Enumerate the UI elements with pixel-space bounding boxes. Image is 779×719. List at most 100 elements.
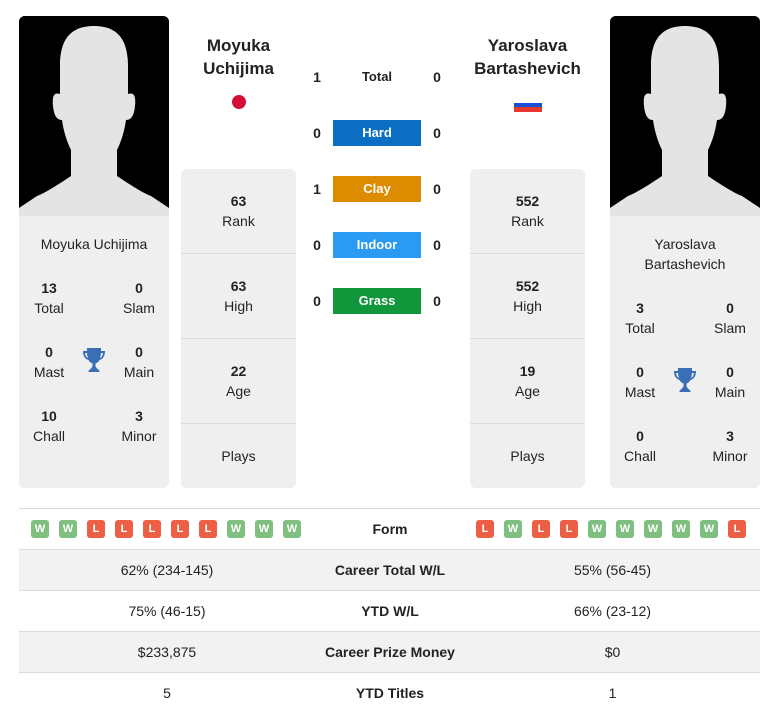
player1-titles-main: 0 Main bbox=[109, 342, 169, 382]
titles-slam-label: Slam bbox=[123, 300, 155, 316]
form-badge-win[interactable]: W bbox=[672, 520, 690, 538]
form-badge-loss[interactable]: L bbox=[87, 520, 105, 538]
player2-titles-mast: 0 Mast bbox=[610, 362, 670, 402]
form-badge-loss[interactable]: L bbox=[476, 520, 494, 538]
high-value: 552 bbox=[515, 278, 540, 294]
player1-value: $233,875 bbox=[137, 644, 197, 660]
player1-value: 75% (46-15) bbox=[128, 603, 206, 619]
plays-label: Plays bbox=[221, 448, 256, 464]
surface-total: Total bbox=[361, 69, 393, 84]
table-row: 62% (234-145) Career Total W/L 55% (56-4… bbox=[19, 550, 760, 591]
high-value: 63 bbox=[230, 278, 247, 294]
titles-mast-value: 0 bbox=[636, 364, 644, 380]
player2-titles-slam: 0 Slam bbox=[700, 298, 760, 338]
titles-chall-label: Chall bbox=[624, 448, 656, 464]
form-badge-loss[interactable]: L bbox=[728, 520, 746, 538]
player2-value: 1 bbox=[608, 685, 617, 701]
age-value: 19 bbox=[519, 363, 536, 379]
player2-plays: Plays bbox=[470, 424, 585, 488]
titles-chall-value: 10 bbox=[41, 408, 57, 424]
player2-card: Yaroslava Bartashevich 3 Total 0 Slam 0 … bbox=[610, 16, 760, 488]
age-label: Age bbox=[226, 383, 251, 399]
table-row: 5 YTD Titles 1 bbox=[19, 673, 760, 714]
form-badge-loss[interactable]: L bbox=[199, 520, 217, 538]
player-silhouette-icon bbox=[19, 16, 169, 216]
form-badge-loss[interactable]: L bbox=[143, 520, 161, 538]
titles-total-value: 3 bbox=[636, 300, 644, 316]
form-badge-win[interactable]: W bbox=[227, 520, 245, 538]
titles-mast-label: Mast bbox=[33, 364, 65, 380]
player2-titles-total: 3 Total bbox=[610, 298, 670, 338]
player2-card-name: Yaroslava Bartashevich bbox=[610, 234, 760, 274]
player2-first-name: Yaroslava bbox=[487, 36, 568, 55]
titles-main-label: Main bbox=[714, 384, 746, 400]
form-badge-loss[interactable]: L bbox=[115, 520, 133, 538]
player1-titles-minor: 3 Minor bbox=[109, 406, 169, 446]
player1-high: 63 High bbox=[181, 254, 296, 339]
player1-value: 62% (234-145) bbox=[120, 562, 214, 578]
player1-titles-mast: 0 Mast bbox=[19, 342, 79, 382]
form-badge-win[interactable]: W bbox=[616, 520, 634, 538]
form-badge-loss[interactable]: L bbox=[560, 520, 578, 538]
surface-indoor[interactable]: Indoor bbox=[333, 232, 421, 258]
player1-card-name: Moyuka Uchijima bbox=[40, 236, 148, 252]
form-badge-win[interactable]: W bbox=[700, 520, 718, 538]
player1-last-name: Uchijima bbox=[203, 59, 274, 78]
form-badge-win[interactable]: W bbox=[644, 520, 662, 538]
high-label: High bbox=[513, 298, 542, 314]
player1-titles-slam: 0 Slam bbox=[109, 278, 169, 318]
form-badge-win[interactable]: W bbox=[255, 520, 273, 538]
form-badge-win[interactable]: W bbox=[504, 520, 522, 538]
table-row: 75% (46-15) YTD W/L 66% (23-12) bbox=[19, 591, 760, 632]
player2-value: $0 bbox=[604, 644, 621, 660]
player1-heading-name[interactable]: Moyuka Uchijima bbox=[181, 34, 296, 80]
player2-value: 55% (56-45) bbox=[573, 562, 652, 578]
player2-heading-name[interactable]: Yaroslava Bartashevich bbox=[460, 34, 595, 80]
titles-chall-value: 0 bbox=[636, 428, 644, 444]
form-badge-win[interactable]: W bbox=[31, 520, 49, 538]
player1-plays: Plays bbox=[181, 424, 296, 488]
player2-rank: 552 Rank bbox=[470, 169, 585, 254]
titles-main-label: Main bbox=[123, 364, 155, 380]
form-badge-loss[interactable]: L bbox=[532, 520, 550, 538]
form-badge-loss[interactable]: L bbox=[171, 520, 189, 538]
form-badge-win[interactable]: W bbox=[588, 520, 606, 538]
plays-label: Plays bbox=[510, 448, 545, 464]
player2-last-name: Bartashevich bbox=[474, 59, 581, 78]
player1-titles-total: 13 Total bbox=[19, 278, 79, 318]
titles-chall-label: Chall bbox=[33, 428, 65, 444]
row-label: YTD Titles bbox=[355, 685, 425, 701]
player1-age: 22 Age bbox=[181, 339, 296, 424]
surface-clay[interactable]: Clay bbox=[333, 176, 421, 202]
trophy-icon bbox=[83, 348, 105, 372]
trophy-icon bbox=[674, 368, 696, 392]
titles-slam-value: 0 bbox=[135, 280, 143, 296]
surface-grass[interactable]: Grass bbox=[333, 288, 421, 314]
age-label: Age bbox=[515, 383, 540, 399]
player2-photo bbox=[610, 16, 760, 216]
row-label: Career Prize Money bbox=[325, 644, 455, 660]
player1-card: Moyuka Uchijima 13 Total 0 Slam 0 Mast 0… bbox=[19, 16, 169, 488]
h2h-row-clay: 1 Clay 0 bbox=[305, 176, 455, 202]
form-badge-win[interactable]: W bbox=[283, 520, 301, 538]
titles-minor-label: Minor bbox=[121, 428, 157, 444]
player2-titles-chall: 0 Chall bbox=[610, 426, 670, 466]
titles-total-value: 13 bbox=[41, 280, 57, 296]
table-row: $233,875 Career Prize Money $0 bbox=[19, 632, 760, 673]
form-badge-win[interactable]: W bbox=[59, 520, 77, 538]
rank-label: Rank bbox=[222, 213, 255, 229]
surface-hard[interactable]: Hard bbox=[333, 120, 421, 146]
form-label: Form bbox=[372, 521, 408, 537]
h2h-p1-value: 1 bbox=[313, 69, 321, 85]
age-value: 22 bbox=[230, 363, 247, 379]
h2h-p2-value: 0 bbox=[433, 181, 441, 197]
h2h-p2-value: 0 bbox=[433, 125, 441, 141]
titles-total-label: Total bbox=[625, 320, 655, 336]
player1-stats: 63 Rank 63 High 22 Age Plays bbox=[181, 169, 296, 488]
h2h-row-grass: 0 Grass 0 bbox=[305, 288, 455, 314]
player2-high: 552 High bbox=[470, 254, 585, 339]
h2h-p1-value: 0 bbox=[313, 237, 321, 253]
player1-photo bbox=[19, 16, 169, 216]
table-row-form: WWLLLLLWWW Form LWLLWWWWWL bbox=[19, 509, 760, 550]
titles-main-value: 0 bbox=[726, 364, 734, 380]
